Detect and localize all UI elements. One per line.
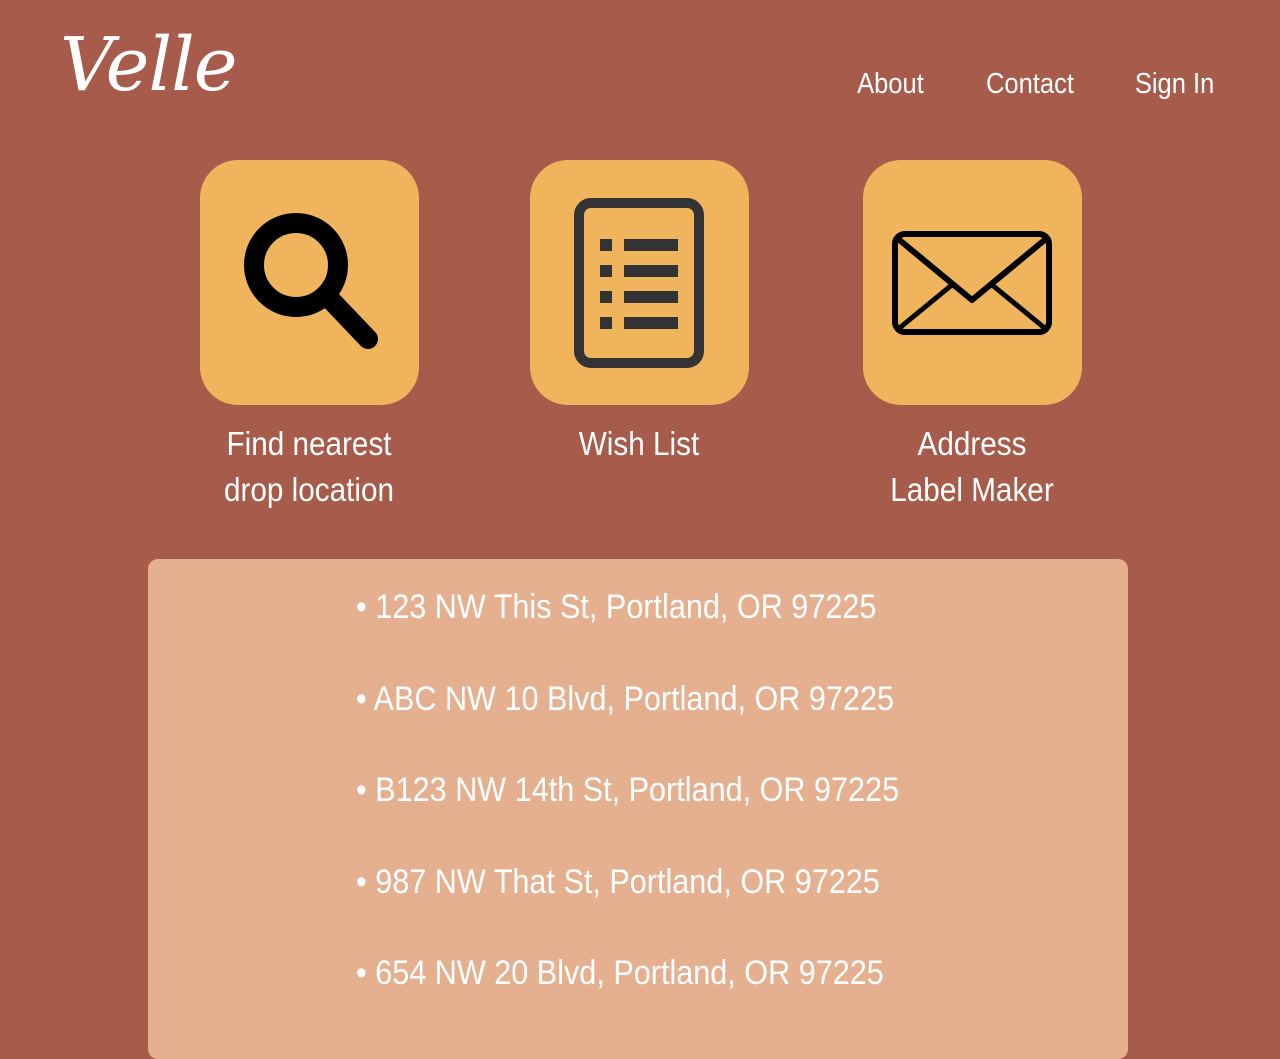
list-icon [574,197,704,368]
find-location-button[interactable] [199,160,419,405]
wish-list-label: Wish List [578,425,700,462]
label-maker-label: Address Label Maker [890,425,1054,508]
nav-contact-link[interactable]: Contact [986,66,1074,102]
location-item[interactable]: 123 NW This St, Portland, OR 97225 [356,583,899,631]
location-item[interactable]: ABC NW 10 Blvd, Portland, OR 97225 [356,675,899,723]
label-maker-button[interactable] [862,160,1082,405]
search-icon [244,212,378,349]
location-item[interactable]: B123 NW 14th St, Portland, OR 97225 [356,766,899,814]
nav-sign-in-link[interactable]: Sign In [1135,66,1214,102]
drop-locations-panel: 123 NW This St, Portland, OR 97225 ABC N… [148,559,1128,1059]
nav-about-link[interactable]: About [857,66,924,102]
location-item[interactable]: 987 NW That St, Portland, OR 97225 [356,858,899,906]
top-nav: About Contact Sign In [848,66,1214,102]
find-location-label: Find nearest drop location [223,425,395,508]
wish-list-tile[interactable]: Wish List [489,160,789,467]
envelope-icon [892,230,1052,335]
wish-list-button[interactable] [529,160,749,405]
label-maker-tile[interactable]: Address Label Maker [822,160,1122,513]
drop-locations-list: 123 NW This St, Portland, OR 97225 ABC N… [356,583,959,1041]
logo[interactable]: Velle [60,28,238,102]
find-location-tile[interactable]: Find nearest drop location [159,160,459,513]
location-item[interactable]: 654 NW 20 Blvd, Portland, OR 97225 [356,949,899,997]
